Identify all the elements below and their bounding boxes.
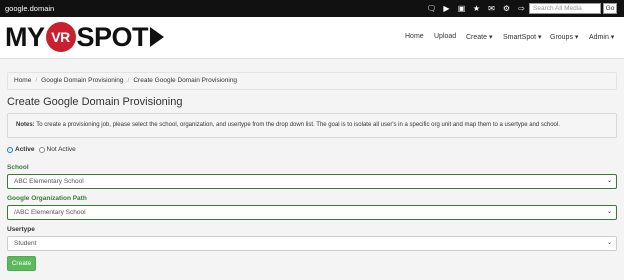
chevron-down-icon: ⌄ xyxy=(606,178,612,184)
top-icons: 🗨 ▶ ▣ ★ ✉ ⚙ ⇨ xyxy=(424,3,529,14)
org-path-label: Google Organization Path xyxy=(7,195,87,202)
logo-text-spot: SPOT xyxy=(76,21,149,52)
status-radio-group: Active Not Active xyxy=(7,146,76,153)
youtube-icon[interactable]: ▶ xyxy=(439,3,454,14)
settings-icon[interactable]: ⚙ xyxy=(499,3,514,14)
active-radio[interactable] xyxy=(7,146,13,153)
nav-groups[interactable]: Groups ▾ xyxy=(550,33,578,41)
nav-home[interactable]: Home xyxy=(405,33,424,40)
go-button[interactable]: Go xyxy=(603,3,617,14)
nav-create[interactable]: Create ▾ xyxy=(466,33,492,41)
search-input[interactable]: Search All Media xyxy=(529,3,601,14)
create-button[interactable]: Create xyxy=(7,256,36,271)
page-title: Create Google Domain Provisioning xyxy=(7,96,183,108)
play-icon xyxy=(150,27,165,47)
notes-panel: Notes: To create a provisioning job, ple… xyxy=(7,113,617,138)
logo-vr-badge: VR xyxy=(45,22,76,52)
nav-smartspot[interactable]: SmartSpot ▾ xyxy=(503,33,542,41)
nav-upload[interactable]: Upload xyxy=(434,33,456,40)
chat-icon[interactable]: 🗨 xyxy=(424,3,439,14)
vr-icon[interactable]: ▣ xyxy=(454,3,469,14)
not-active-label: Not Active xyxy=(46,146,76,153)
chevron-down-icon: ⌄ xyxy=(606,209,612,215)
school-select[interactable]: ABC Elementary School ⌄ xyxy=(7,174,617,189)
notes-label: Notes: xyxy=(16,122,35,128)
star-icon[interactable]: ★ xyxy=(469,3,484,14)
usertype-value: Student xyxy=(14,240,37,247)
school-value: ABC Elementary School xyxy=(14,178,84,185)
chevron-down-icon: ⌄ xyxy=(606,240,612,246)
org-path-select[interactable]: /ABC Elementary School ⌄ xyxy=(7,205,617,220)
logo-text-my: MY xyxy=(5,21,45,52)
logout-icon[interactable]: ⇨ xyxy=(514,3,529,14)
domain-name: google.domain xyxy=(5,4,55,13)
usertype-select[interactable]: Student ⌄ xyxy=(7,236,617,251)
breadcrumb-provisioning[interactable]: Google Domain Provisioning xyxy=(41,77,123,84)
breadcrumb: Home / Google Domain Provisioning / Create G… xyxy=(7,72,617,90)
notes-text: To create a provisioning job, please sel… xyxy=(34,122,560,128)
breadcrumb-home[interactable]: Home xyxy=(14,77,31,84)
org-path-value: /ABC Elementary School xyxy=(14,209,86,216)
breadcrumb-current: Create Google Domain Provisioning xyxy=(133,77,238,84)
logo[interactable]: MY VR SPOT xyxy=(5,21,165,52)
active-label: Active xyxy=(15,146,35,153)
school-label: School xyxy=(7,164,29,171)
top-bar: google.domain 🗨 ▶ ▣ ★ ✉ ⚙ ⇨ Search All M… xyxy=(0,0,624,17)
nav-admin[interactable]: Admin ▾ xyxy=(589,33,614,41)
not-active-radio[interactable] xyxy=(38,146,45,153)
usertype-label: Usertype xyxy=(7,226,35,233)
mail-icon[interactable]: ✉ xyxy=(484,3,499,14)
header: MY VR SPOT Home Upload Create ▾ SmartSpo… xyxy=(0,17,624,59)
